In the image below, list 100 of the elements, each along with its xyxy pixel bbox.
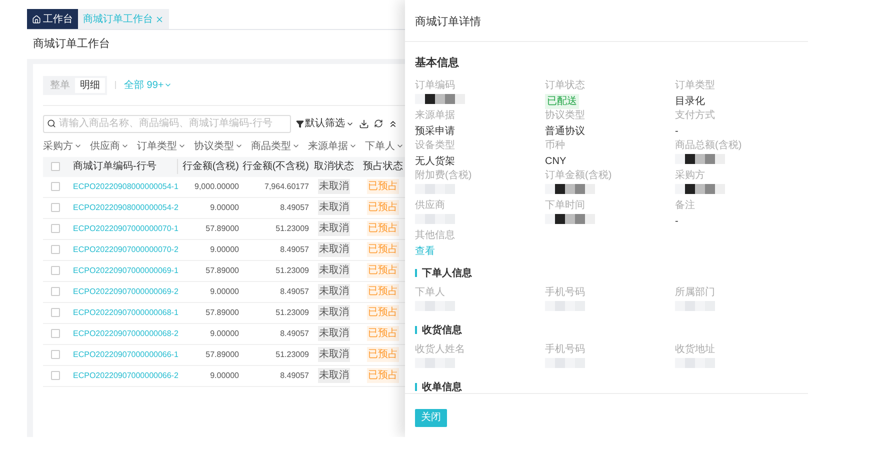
field-label: 币种 — [545, 140, 565, 150]
collapse-icon[interactable] — [388, 118, 398, 128]
table-cell-text: 57.89000 — [204, 306, 239, 318]
redaction-mosaic — [675, 358, 715, 368]
table-cell-text: 8.49057 — [279, 328, 309, 340]
table-cell-text: 8.49057 — [279, 202, 309, 214]
status-tag: 已预占 — [367, 263, 399, 278]
field-label: 订单金额(含税) — [545, 170, 612, 180]
filter-dropdown[interactable]: 订单类型 — [137, 138, 186, 154]
redaction-mosaic — [675, 300, 715, 310]
table-cell-text: 9.00000 — [209, 370, 239, 382]
filter-dropdown[interactable]: 下单人 — [365, 138, 404, 154]
checkbox[interactable] — [50, 182, 60, 191]
status-tag: 未取消 — [318, 200, 350, 215]
scope-dropdown[interactable]: 全部 99+ — [124, 78, 172, 92]
filter-dropdown[interactable]: 商品类型 — [251, 138, 300, 154]
field-label: 收货人姓名 — [415, 344, 465, 354]
table-cell-text: 7,964.60177 — [264, 180, 309, 192]
checkbox[interactable] — [50, 203, 60, 212]
table-cell-text: 57.89000 — [204, 348, 239, 360]
table-cell-text: 8.49057 — [279, 286, 309, 298]
export-icon[interactable] — [359, 118, 369, 128]
view-link[interactable]: 查看 — [415, 244, 435, 258]
table-cell-text: 8.49057 — [279, 244, 309, 256]
order-code-link[interactable]: ECPO20220907000000066-1 — [67, 348, 177, 360]
status-tag: 已预占 — [367, 179, 399, 194]
caret-icon — [164, 81, 172, 89]
table-cell-text: 51.23009 — [274, 264, 309, 276]
field-label: 手机号码 — [545, 286, 585, 298]
field-label: 所属部门 — [675, 286, 715, 298]
redaction-mosaic — [415, 94, 465, 104]
search-field[interactable]: 请输入商品名称、商品编码、商城订单编码-行号 — [43, 114, 291, 132]
status-tag: 已预占 — [367, 368, 399, 383]
field-label: 附加费(含税) — [415, 170, 472, 180]
checkbox[interactable] — [50, 287, 60, 296]
redaction-mosaic — [415, 358, 455, 368]
checkbox[interactable] — [50, 350, 60, 359]
table-cell-text: 8.49057 — [279, 370, 309, 382]
drawer-title: 商城订单详情 — [405, 0, 808, 42]
field-value: 普通协议 — [545, 124, 585, 138]
field-label: 下单人 — [415, 286, 445, 298]
close-button[interactable]: 关闭 — [415, 408, 447, 426]
toggle-option[interactable]: 明细 — [75, 78, 105, 92]
checkbox[interactable] — [50, 224, 60, 233]
checkbox[interactable] — [50, 266, 60, 275]
column-header: 取消状态 — [313, 160, 355, 174]
field-value: - — [675, 214, 678, 228]
order-code-link[interactable]: ECPO20220907000000068-2 — [67, 328, 177, 340]
table-cell-text: 9.00000 — [209, 244, 239, 256]
field-label: 协议类型 — [545, 110, 585, 120]
filter-icon — [296, 120, 304, 128]
field-value: 预采申请 — [415, 124, 455, 138]
refresh-icon[interactable] — [374, 119, 383, 128]
filter-dropdown[interactable]: 来源单据 — [308, 138, 357, 154]
field-label: 供应商 — [415, 200, 445, 210]
status-tag: 已配送 — [545, 94, 579, 108]
tab[interactable]: 商城订单工作台 — [78, 9, 169, 29]
close-icon[interactable] — [155, 14, 164, 24]
tab[interactable]: 工作台 — [27, 9, 78, 29]
column-header: 行金额(不含税) — [241, 160, 309, 174]
order-code-link[interactable]: ECPO20220907000000069-1 — [67, 264, 177, 276]
checkbox[interactable] — [50, 329, 60, 338]
order-code-link[interactable]: ECPO20220908000000054-1 — [67, 180, 177, 192]
caret-icon — [74, 142, 82, 150]
caret-icon — [178, 142, 186, 150]
table-cell-text: 9.00000 — [209, 286, 239, 298]
checkbox[interactable] — [50, 245, 60, 254]
status-tag: 未取消 — [318, 305, 350, 320]
status-tag: 已预占 — [367, 326, 399, 341]
order-code-link[interactable]: ECPO20220907000000070-1 — [67, 222, 177, 234]
toggle-option[interactable]: 整单 — [45, 78, 75, 92]
redaction-mosaic — [415, 214, 455, 224]
caret-icon — [396, 142, 404, 150]
table-cell-text: 9.00000 — [209, 328, 239, 340]
caret-icon — [121, 142, 129, 150]
default-filter-button[interactable]: 默认筛选 — [296, 116, 354, 131]
field-label: 采购方 — [675, 170, 705, 180]
checkbox[interactable] — [50, 162, 60, 171]
filter-dropdown[interactable]: 协议类型 — [194, 138, 243, 154]
status-tag: 已预占 — [367, 200, 399, 215]
filter-dropdown[interactable]: 供应商 — [90, 138, 129, 154]
caret-icon — [292, 142, 300, 150]
order-code-link[interactable]: ECPO20220908000000054-2 — [67, 202, 177, 214]
status-tag: 已预占 — [367, 305, 399, 320]
redaction-mosaic — [545, 184, 595, 194]
order-code-link[interactable]: ECPO20220907000000069-2 — [67, 286, 177, 298]
checkbox[interactable] — [50, 308, 60, 317]
order-code-link[interactable]: ECPO20220907000000070-2 — [67, 244, 177, 256]
order-code-link[interactable]: ECPO20220907000000068-1 — [67, 306, 177, 318]
checkbox[interactable] — [50, 371, 60, 380]
status-tag: 已预占 — [367, 347, 399, 362]
section-title: 收单信息 — [422, 380, 462, 393]
filter-dropdown[interactable]: 采购方 — [43, 138, 82, 154]
redaction-mosaic — [415, 300, 455, 310]
table-cell-text: 51.23009 — [274, 348, 309, 360]
table-cell-text: 57.89000 — [204, 222, 239, 234]
field-label: 下单时间 — [545, 200, 585, 210]
table-cell-text: 9,000.00000 — [194, 180, 239, 192]
order-code-link[interactable]: ECPO20220907000000066-2 — [67, 370, 177, 382]
field-label: 其他信息 — [415, 230, 455, 240]
